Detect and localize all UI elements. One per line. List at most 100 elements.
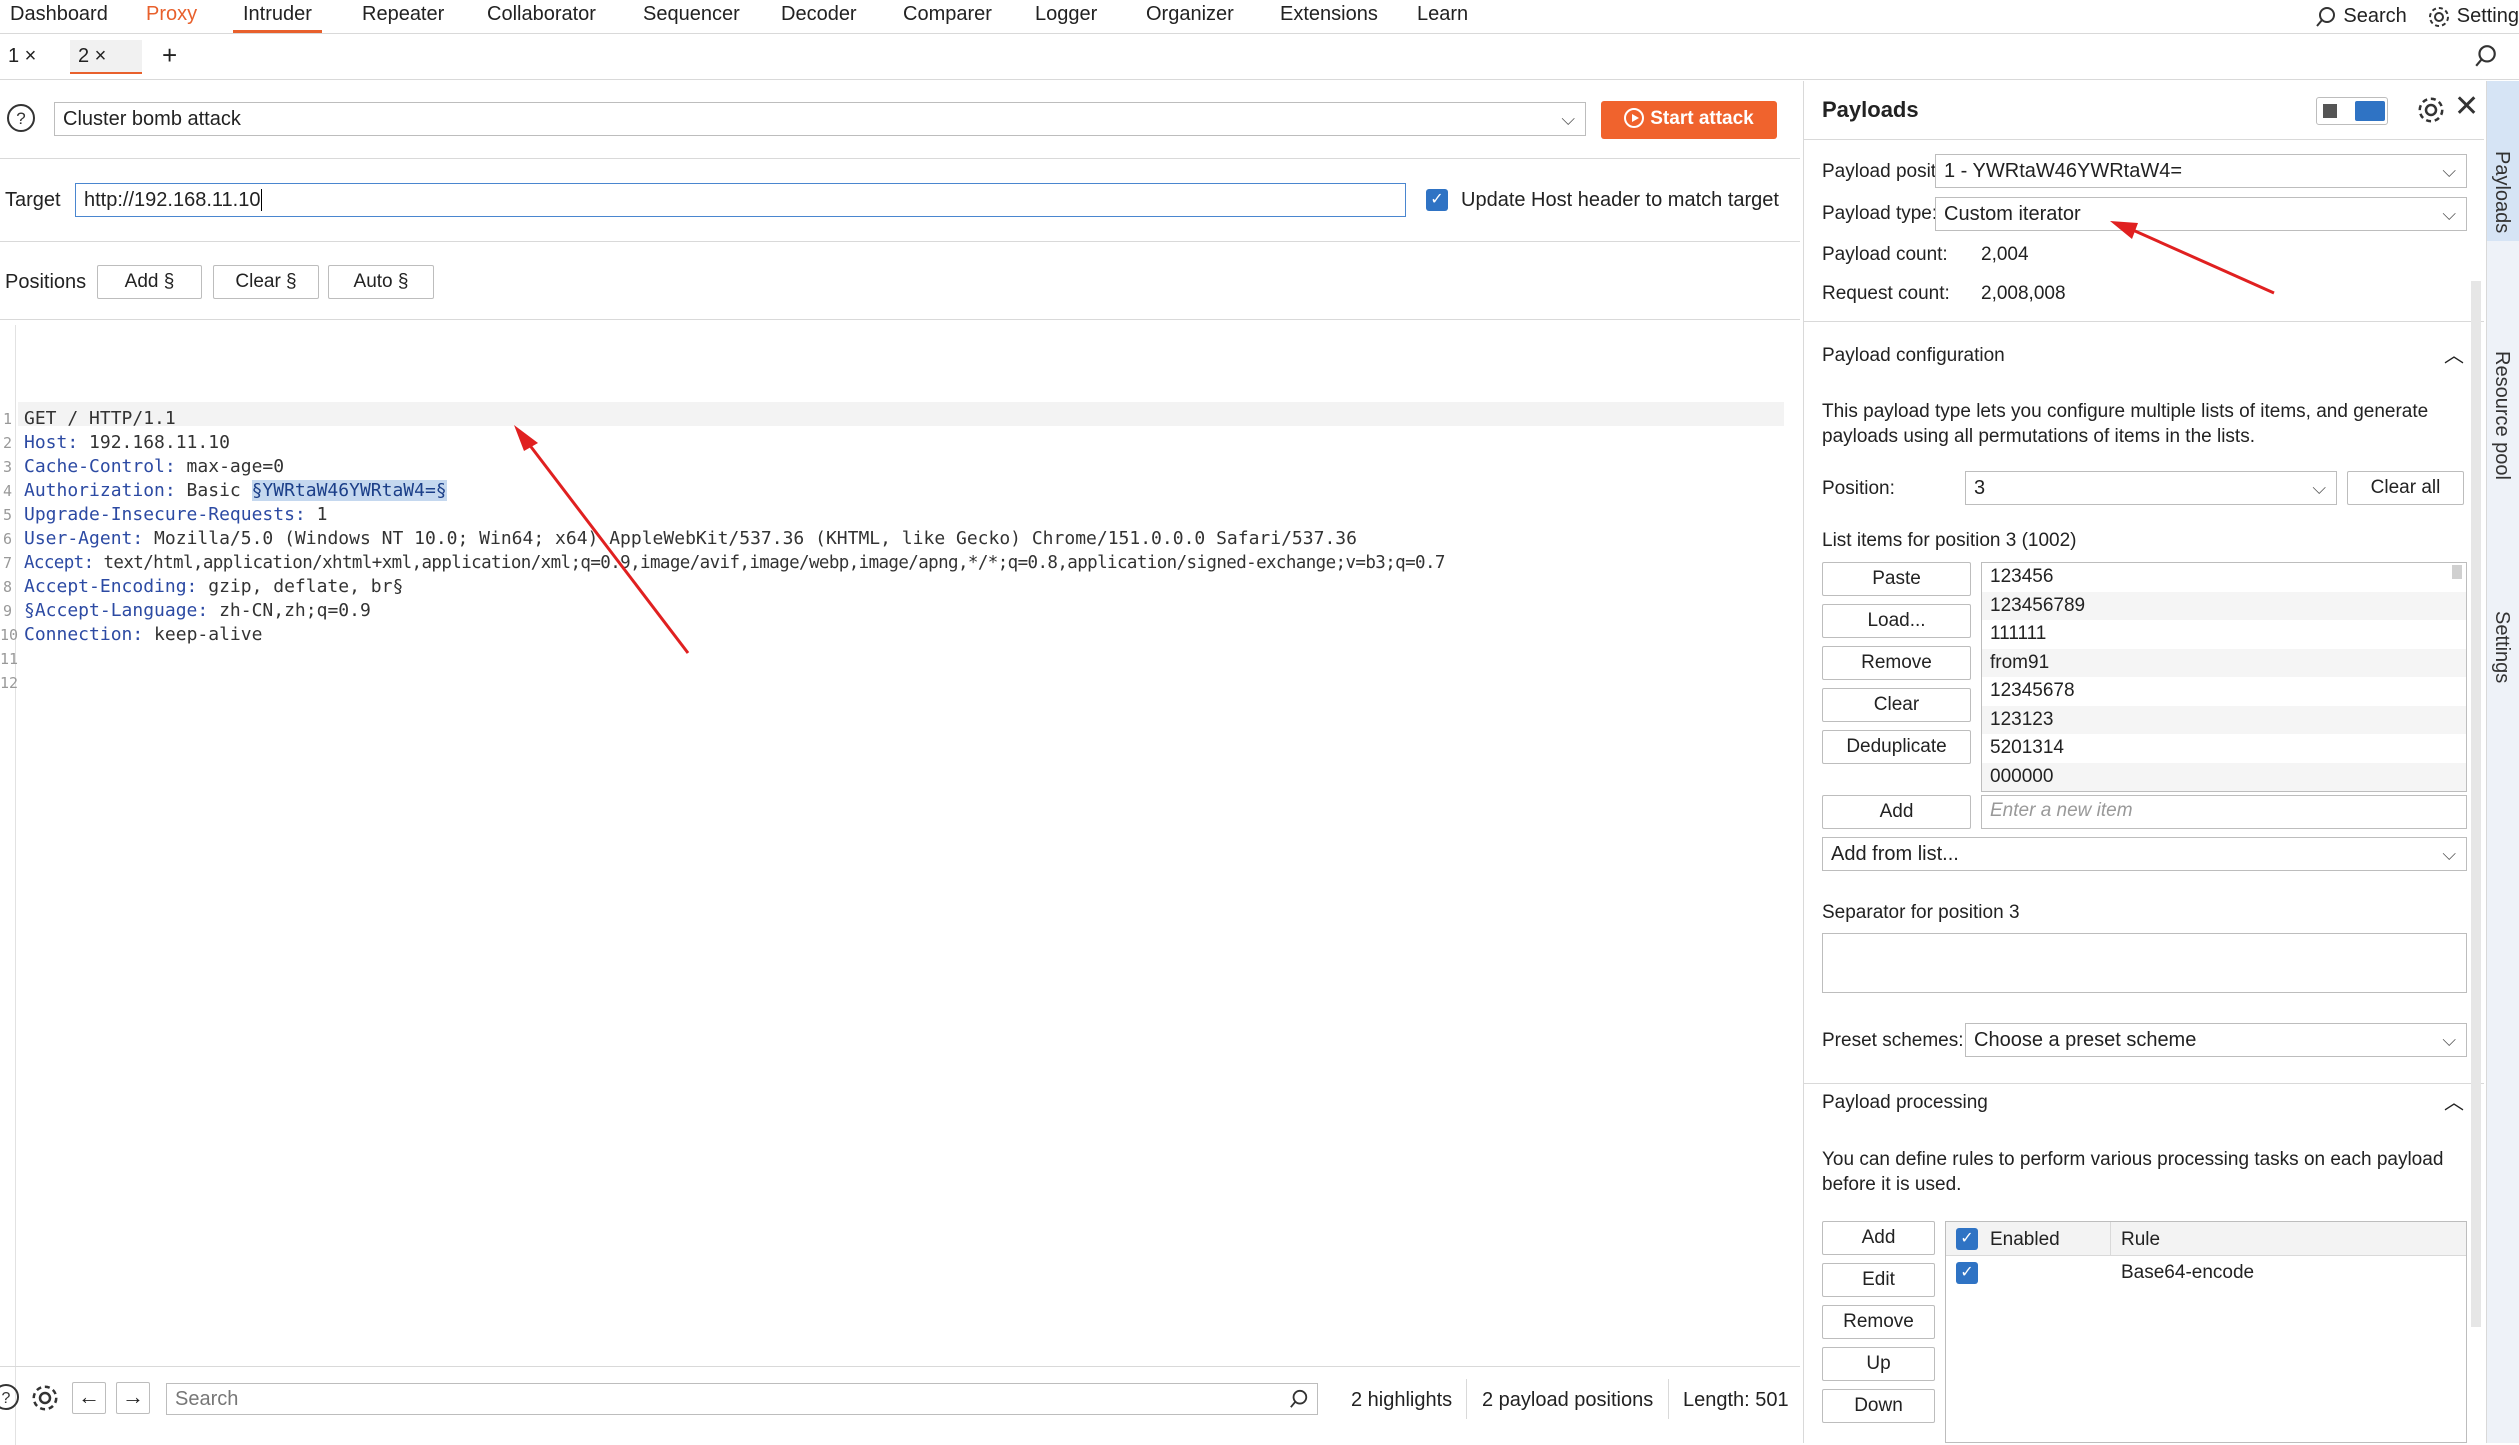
annotation-arrow — [2110, 221, 2275, 295]
menu-decoder[interactable]: Decoder — [771, 0, 867, 33]
add-item-button[interactable]: Add — [1822, 795, 1971, 829]
chevron-up-icon[interactable]: ︿ — [2444, 1086, 2464, 1115]
panel-scrollbar[interactable] — [2471, 281, 2481, 1327]
add-from-list-select[interactable]: Add from list... ⌵ — [1822, 837, 2467, 871]
intruder-tab-row: 1 × 2 × + — [0, 34, 2519, 80]
global-search-button[interactable]: Search — [2315, 5, 2407, 28]
side-tab-settings-label: Settings — [2491, 611, 2513, 684]
menu-organizer[interactable]: Organizer — [1136, 0, 1244, 33]
forward-arrow-icon[interactable]: → — [116, 1382, 150, 1414]
line-number: 2 — [2, 434, 12, 452]
auto-marker-button[interactable]: Auto § — [328, 265, 434, 299]
clear-button[interactable]: Clear — [1822, 688, 1971, 722]
list-item[interactable]: from91 — [1982, 648, 2466, 677]
side-tab-settings[interactable]: Settings — [2487, 551, 2519, 791]
list-item[interactable]: 123456789 — [1982, 591, 2466, 620]
payload-position-select[interactable]: 1 - YWRtaW46YWRtaW4= ⌵ — [1935, 154, 2467, 188]
side-tab-strip: Payloads Resource pool Settings — [2486, 81, 2519, 1443]
payload-position-marker[interactable]: §YWRtaW46YWRtaW4=§ — [251, 480, 447, 501]
divider — [0, 1366, 1800, 1367]
menu-repeater[interactable]: Repeater — [352, 0, 454, 33]
svg-text:?: ? — [16, 109, 25, 128]
clear-all-button[interactable]: Clear all — [2347, 471, 2464, 505]
load-button[interactable]: Load... — [1822, 604, 1971, 638]
chevron-down-icon: ⌵ — [2442, 204, 2456, 224]
add-tab-button[interactable]: + — [154, 40, 185, 74]
editor-search-input[interactable]: Search — [166, 1383, 1318, 1415]
request-editor[interactable]: 1 2 3 4 5 6 7 8 9 10 11 12 GET / HTTP/1.… — [0, 325, 1786, 1445]
gear-icon[interactable] — [2416, 95, 2446, 125]
separator-label: Separator for position 3 — [1822, 902, 2020, 923]
menu-sequencer[interactable]: Sequencer — [633, 0, 750, 33]
payload-items-list[interactable]: 123456 123456789 111111 from91 12345678 … — [1981, 562, 2467, 792]
add-marker-button[interactable]: Add § — [97, 265, 202, 299]
new-item-input[interactable]: Enter a new item — [1981, 795, 2467, 829]
edit-rule-button[interactable]: Edit — [1822, 1263, 1935, 1297]
gear-icon[interactable] — [30, 1383, 60, 1413]
rule-enabled-checkbox[interactable]: ✓ — [1956, 1262, 1978, 1284]
close-icon[interactable]: ✕ — [2454, 89, 2479, 124]
list-item[interactable]: 123456 — [1982, 563, 2466, 592]
tab-search-icon[interactable] — [2474, 44, 2498, 68]
separator-input[interactable] — [1822, 933, 2467, 993]
paste-button[interactable]: Paste — [1822, 562, 1971, 596]
list-items-title: List items for position 3 (1002) — [1822, 530, 2077, 551]
chevron-up-icon[interactable]: ︿ — [2444, 339, 2464, 368]
move-down-button[interactable]: Down — [1822, 1389, 1935, 1423]
payload-count-label: Payload count: — [1822, 244, 1948, 265]
attack-type-select[interactable]: Cluster bomb attack ⌵ — [54, 102, 1586, 136]
menu-collaborator[interactable]: Collaborator — [477, 0, 606, 33]
chevron-down-icon: ⌵ — [2312, 478, 2326, 498]
positions-label: Positions — [5, 271, 87, 293]
divider — [0, 158, 1800, 159]
tab-2[interactable]: 2 × — [70, 40, 142, 74]
side-tab-payloads[interactable]: Payloads — [2487, 81, 2519, 241]
target-input[interactable]: http://192.168.11.10 — [75, 183, 1406, 217]
iterator-position-select[interactable]: 3 ⌵ — [1965, 471, 2337, 505]
menu-proxy[interactable]: Proxy — [136, 0, 207, 33]
list-item[interactable]: 111111 — [1982, 620, 2466, 649]
list-item[interactable]: 123123 — [1982, 705, 2466, 734]
clear-marker-button[interactable]: Clear § — [213, 265, 319, 299]
current-line-highlight — [18, 402, 1784, 426]
request-line: Host: 192.168.11.10 — [24, 432, 230, 453]
back-arrow-icon[interactable]: ← — [72, 1382, 106, 1414]
list-scrollbar[interactable] — [2452, 565, 2462, 579]
menu-logger[interactable]: Logger — [1025, 0, 1107, 33]
request-line: GET / HTTP/1.1 — [24, 408, 176, 429]
layout-stacked-icon[interactable] — [2323, 104, 2337, 118]
menu-comparer[interactable]: Comparer — [893, 0, 1002, 33]
start-attack-button[interactable]: Start attack — [1601, 101, 1777, 139]
line-number: 4 — [2, 482, 12, 500]
side-tab-resource-pool[interactable]: Resource pool — [2487, 301, 2519, 501]
list-item[interactable]: 000000 — [1982, 762, 2466, 791]
deduplicate-button[interactable]: Deduplicate — [1822, 730, 1971, 764]
target-label: Target — [5, 189, 61, 211]
move-up-button[interactable]: Up — [1822, 1347, 1935, 1381]
add-rule-button[interactable]: Add — [1822, 1221, 1935, 1255]
tab-1[interactable]: 1 × — [0, 40, 60, 74]
remove-button[interactable]: Remove — [1822, 646, 1971, 680]
menu-extensions[interactable]: Extensions — [1270, 0, 1388, 33]
global-settings-button[interactable]: Setting — [2427, 5, 2519, 29]
menu-learn[interactable]: Learn — [1407, 0, 1478, 33]
update-host-label: Update Host header to match target — [1461, 189, 1779, 211]
attack-type-value: Cluster bomb attack — [63, 108, 241, 130]
list-item[interactable]: 5201314 — [1982, 734, 2466, 763]
list-item[interactable]: 12345678 — [1982, 677, 2466, 706]
enabled-all-checkbox[interactable]: ✓ — [1956, 1228, 1978, 1250]
layout-toggle[interactable] — [2316, 97, 2388, 125]
gear-icon — [2428, 6, 2449, 27]
annotation-arrow — [514, 425, 690, 654]
help-icon[interactable]: ? — [6, 103, 36, 133]
menu-intruder[interactable]: Intruder — [233, 0, 322, 33]
preset-schemes-select[interactable]: Choose a preset scheme ⌵ — [1965, 1023, 2467, 1057]
layout-split-icon[interactable] — [2355, 101, 2385, 121]
remove-rule-button[interactable]: Remove — [1822, 1305, 1935, 1339]
help-icon[interactable]: ? — [0, 1383, 22, 1411]
update-host-checkbox[interactable]: ✓ — [1426, 189, 1448, 211]
line-number: 6 — [2, 530, 12, 548]
processing-rules-table[interactable]: ✓ Enabled Rule ✓ Base64-encode — [1945, 1221, 2467, 1443]
menu-dashboard[interactable]: Dashboard — [0, 0, 118, 33]
gutter-divider — [15, 325, 16, 1445]
